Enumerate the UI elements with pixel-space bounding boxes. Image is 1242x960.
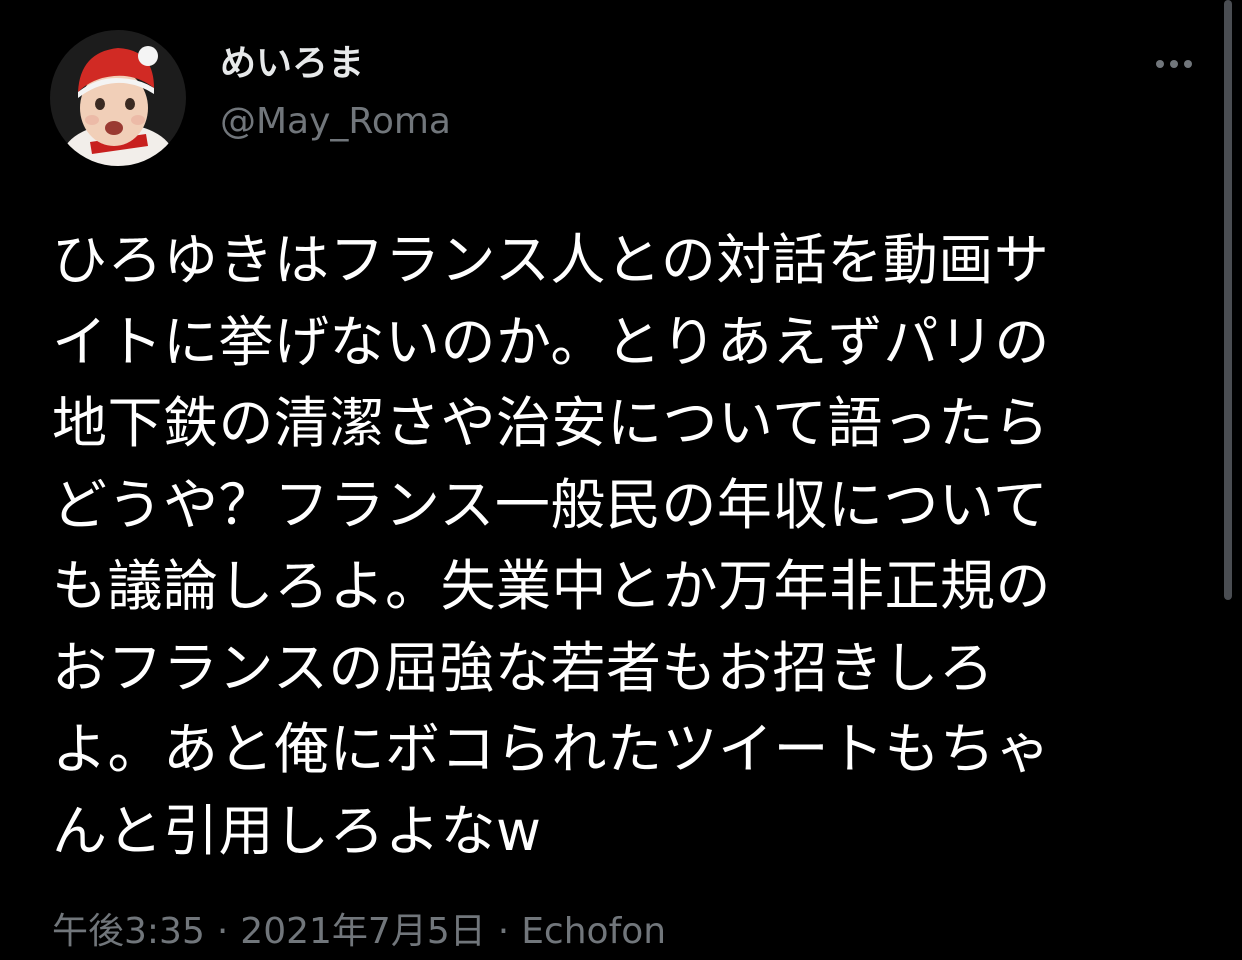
tweet-text-line: どうや？フランス一般民の年収について	[52, 472, 1049, 537]
meta-separator: ·	[497, 911, 510, 952]
scrollbar[interactable]	[1224, 0, 1232, 600]
more-options-icon-dot	[1184, 60, 1192, 68]
tweet-text: ひろゆきはフランス人との対話を動画サ イトに挙げないのか。とりあえずパリの 地下…	[52, 220, 1202, 872]
more-options-icon-dot	[1170, 60, 1178, 68]
display-name[interactable]: めいろま	[220, 40, 364, 88]
tweet-time[interactable]: 午後3:35	[52, 911, 205, 952]
tweet-date[interactable]: 2021年7月5日	[240, 911, 485, 952]
more-options-button[interactable]	[1138, 44, 1210, 84]
tweet-detail: めいろま @May_Roma ひろゆきはフランス人との対話を動画サ イトに挙げな…	[0, 0, 1242, 960]
tweet-text-line: 地下鉄の清潔さや治安について語ったら	[52, 391, 1050, 455]
profile-photo-icon	[50, 30, 186, 166]
tweet-text-line: んと引用しろよなw	[52, 798, 542, 863]
tweet-text-line: ひろゆきはフランス人との対話を動画サ	[52, 228, 1050, 292]
tweet-metadata: 午後3:35 · 2021年7月5日 · Echofon	[52, 906, 666, 958]
tweet-source-link[interactable]: Echofon	[521, 911, 666, 952]
tweet-text-line: イトに挙げないのか。とりあえずパリの	[52, 309, 1050, 374]
tweet-text-line: も議論しろよ。失業中とか万年非正規の	[52, 554, 1052, 618]
tweet-text-line: よ。あと俺にボコられたツイートもちゃ	[52, 717, 1052, 781]
meta-separator: ·	[216, 911, 229, 952]
more-options-icon	[1156, 60, 1164, 68]
user-handle[interactable]: @May_Roma	[220, 98, 451, 146]
tweet-text-line: おフランスの屈強な若者もお招きしろ	[52, 635, 995, 700]
avatar[interactable]	[50, 30, 186, 166]
